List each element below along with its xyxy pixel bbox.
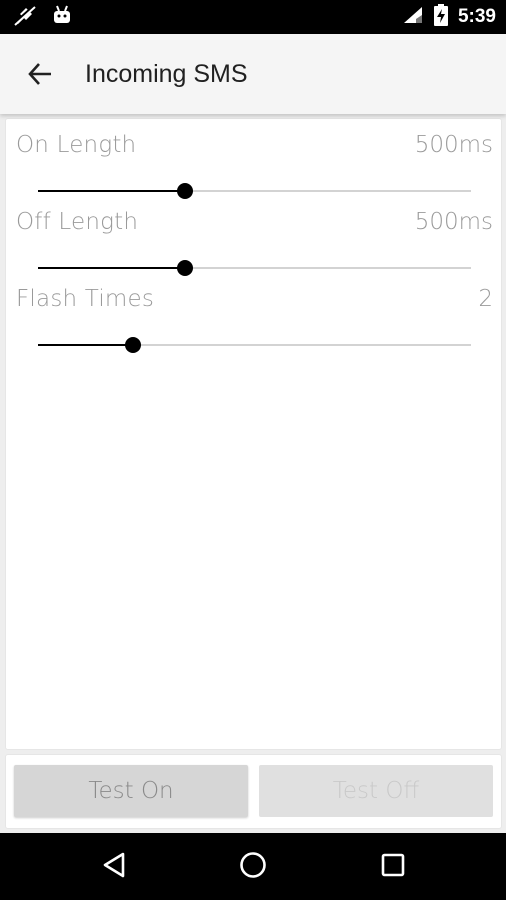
setting-on-length: On Length 500ms: [6, 129, 503, 203]
android-icon: [52, 5, 72, 29]
flash-times-label: Flash Times: [16, 286, 155, 312]
on-length-slider[interactable]: [38, 179, 471, 203]
nav-recents-button[interactable]: [376, 850, 410, 884]
back-triangle-icon: [101, 851, 127, 883]
flash-times-value: 2: [478, 286, 493, 312]
test-on-button[interactable]: Test On: [14, 765, 248, 817]
arrow-back-icon: [27, 61, 53, 91]
slider-thumb[interactable]: [177, 183, 194, 199]
status-bar: 5:39: [0, 0, 506, 34]
status-left-icons: [12, 4, 72, 30]
on-length-label: On Length: [16, 132, 137, 158]
nav-home-button[interactable]: [236, 850, 270, 884]
navigation-bar: [0, 833, 506, 900]
slider-thumb[interactable]: [177, 260, 194, 276]
app-bar: Incoming SMS: [0, 34, 506, 114]
off-length-slider[interactable]: [38, 256, 471, 280]
on-length-value: 500ms: [414, 132, 493, 158]
back-button[interactable]: [20, 56, 60, 96]
slider-fill: [38, 267, 186, 269]
slider-fill: [38, 190, 186, 192]
flash-times-slider[interactable]: [38, 333, 471, 357]
off-length-value: 500ms: [414, 209, 493, 235]
setting-off-length: Off Length 500ms: [6, 206, 503, 280]
home-circle-icon: [238, 850, 268, 884]
slider-thumb[interactable]: [125, 337, 142, 353]
signal-icon: [402, 5, 424, 29]
battery-charging-icon: [433, 4, 448, 30]
setting-flash-times: Flash Times 2: [6, 283, 503, 357]
recents-square-icon: [380, 852, 406, 882]
status-time: 5:39: [457, 6, 496, 27]
test-off-button[interactable]: Test Off: [259, 765, 493, 817]
status-right-icons: 5:39: [402, 4, 496, 30]
off-length-label: Off Length: [16, 209, 139, 235]
slider-fill: [38, 344, 134, 346]
settings-card: On Length 500ms Off Length 500ms Flash T…: [5, 118, 502, 750]
action-button-panel: Test On Test Off: [5, 754, 502, 829]
nav-back-button[interactable]: [97, 850, 131, 884]
page-title: Incoming SMS: [85, 60, 248, 88]
no-sim-icon: [12, 4, 38, 30]
